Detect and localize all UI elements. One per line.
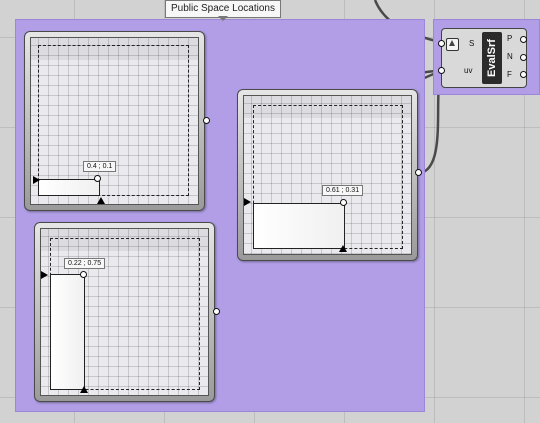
md-slider-3[interactable]: 0.22 ; 0.75 (34, 222, 215, 402)
slider-3-output[interactable] (213, 308, 220, 315)
slider-1-value-label: 0.4 ; 0.1 (83, 161, 117, 172)
slider-3-canvas[interactable]: 0.22 ; 0.75 (40, 228, 209, 396)
slider-3-u-marker (80, 386, 88, 393)
slider-2-handle[interactable] (340, 199, 347, 206)
slider-3-value-rect (50, 274, 85, 390)
output-p-label: P (507, 34, 513, 43)
slider-1-bounds (38, 45, 189, 196)
group-title[interactable]: Public Space Locations (165, 0, 281, 21)
input-s-label: S (469, 39, 475, 48)
slider-2-output[interactable] (415, 169, 422, 176)
input-uv-port[interactable] (438, 67, 445, 74)
output-n-port[interactable] (520, 54, 527, 61)
surface-param-icon (446, 38, 459, 51)
slider-3-handle[interactable] (80, 271, 87, 278)
slider-3-v-marker (41, 271, 48, 279)
md-slider-2[interactable]: 0.61 ; 0.31 (237, 89, 418, 261)
component-name: EvalSrf (482, 32, 502, 84)
slider-2-v-marker (244, 198, 251, 206)
slider-2-canvas[interactable]: 0.61 ; 0.31 (243, 95, 412, 255)
slider-3-value-label: 0.22 ; 0.75 (64, 258, 106, 269)
slider-1-canvas[interactable]: 0.4 ; 0.1 (30, 37, 199, 205)
slider-2-value-rect (253, 203, 345, 249)
slider-2-u-marker (339, 245, 347, 252)
slider-1-output[interactable] (203, 117, 210, 124)
input-s-port[interactable] (438, 40, 445, 47)
slider-1-u-marker (97, 197, 105, 204)
md-slider-1[interactable]: 0.4 ; 0.1 (24, 31, 205, 211)
output-p-port[interactable] (520, 36, 527, 43)
slider-2-value-label: 0.61 ; 0.31 (322, 185, 364, 196)
slider-1-handle[interactable] (94, 175, 101, 182)
evaluate-surface-component[interactable]: S uv EvalSrf P N F (441, 28, 527, 88)
input-uv-label: uv (464, 66, 473, 75)
output-f-label: F (507, 70, 512, 79)
output-n-label: N (507, 52, 513, 61)
slider-1-value-rect (38, 179, 100, 196)
output-f-port[interactable] (520, 71, 527, 78)
slider-1-v-marker (33, 176, 40, 184)
